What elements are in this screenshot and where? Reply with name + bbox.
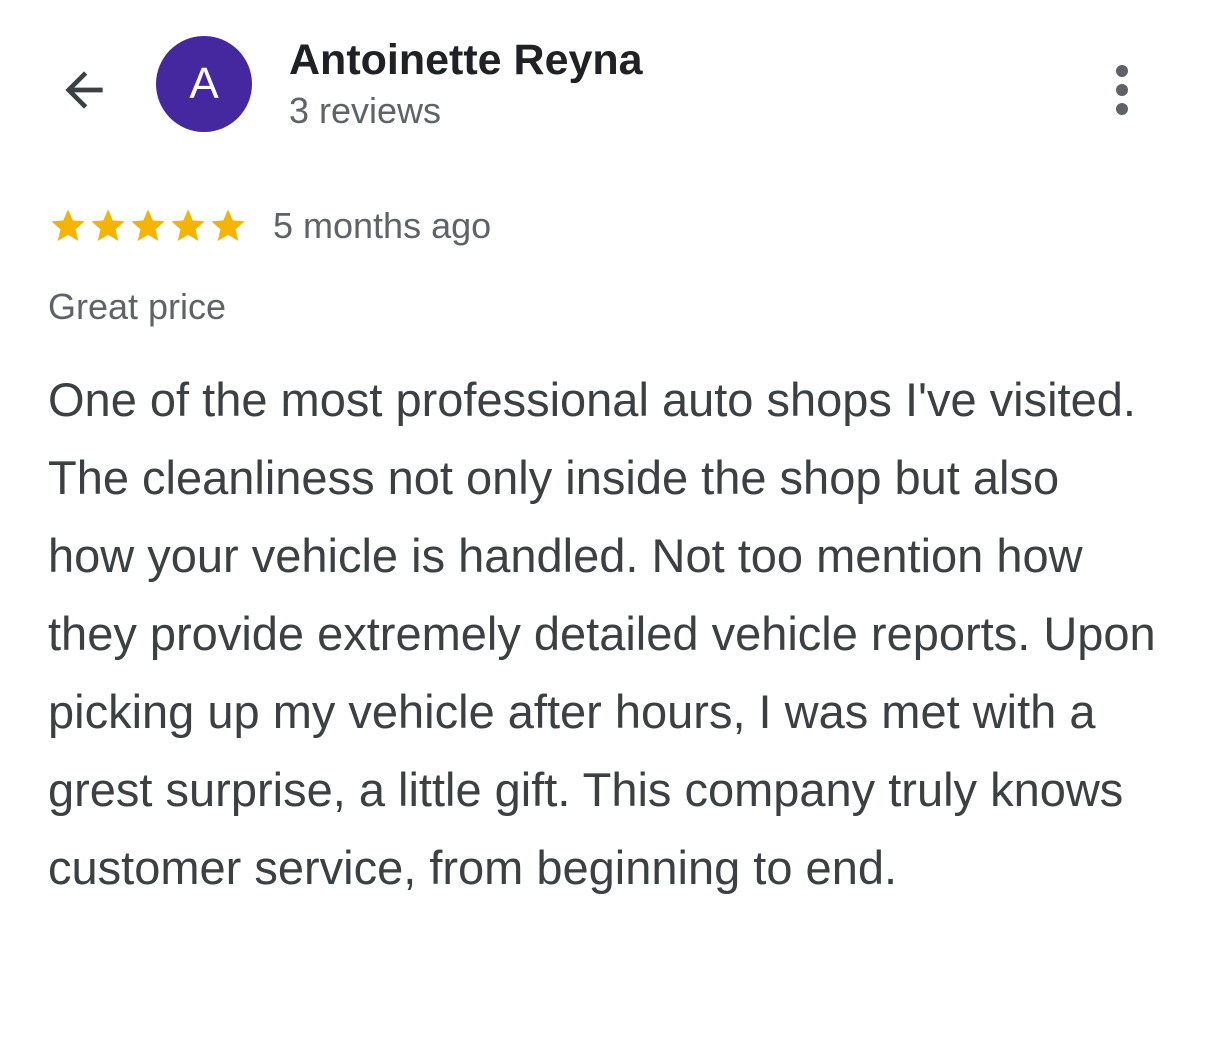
arrow-left-icon [65, 71, 103, 109]
author-name[interactable]: Antoinette Reyna [289, 36, 643, 85]
star-rating [48, 206, 248, 246]
more-options-button[interactable] [1098, 58, 1146, 122]
more-vertical-icon [1116, 65, 1128, 77]
review-tag: Great price [48, 286, 227, 327]
avatar-letter: A [189, 59, 219, 108]
review-date: 5 months ago [273, 205, 492, 246]
review-text: One of the most professional auto shops … [48, 373, 1156, 894]
more-vertical-icon-dot [1116, 103, 1128, 115]
review-header: A Antoinette Reyna 3 reviews [0, 0, 1206, 160]
rating-row: 5 months ago [48, 200, 491, 252]
more-vertical-icon-dot [1116, 84, 1128, 96]
star-icon [171, 209, 205, 241]
star-icon [131, 209, 165, 241]
star-icon [211, 209, 245, 241]
back-button[interactable] [52, 58, 116, 122]
star-icon [91, 209, 125, 241]
star-icon [51, 209, 85, 241]
review-count: 3 reviews [289, 90, 442, 131]
avatar[interactable]: A [156, 36, 252, 132]
